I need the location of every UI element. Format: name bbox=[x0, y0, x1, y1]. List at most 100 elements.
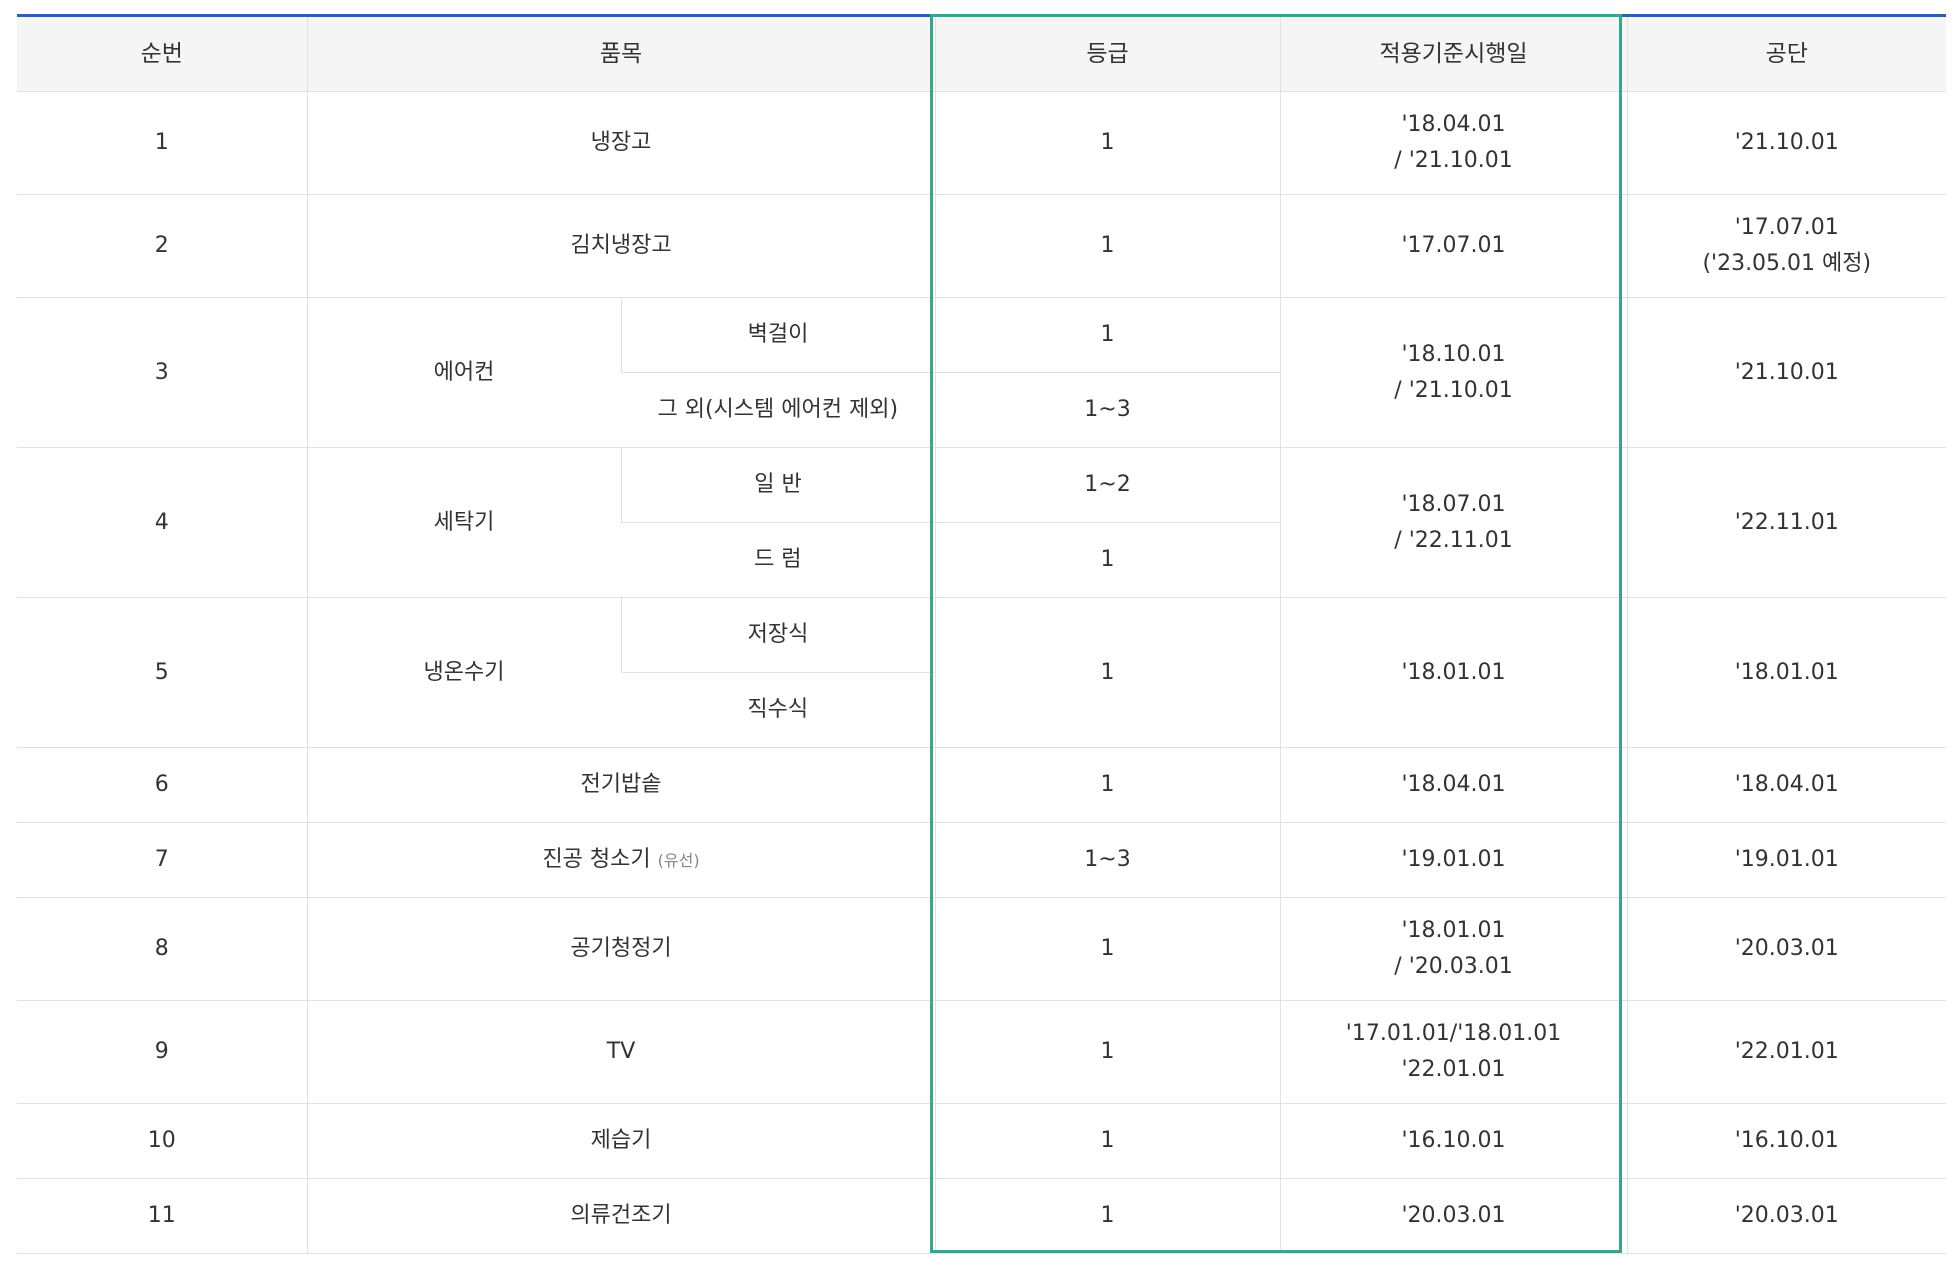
cell-subitem: 저장식 bbox=[620, 597, 936, 673]
cell-grade: 1 bbox=[934, 194, 1281, 298]
cell-no: 2 bbox=[17, 194, 307, 298]
appliance-grade-table: 순번 품목 등급 적용기준시행일 공단 1 냉장고 1 '18.04.01 / … bbox=[17, 14, 1947, 1254]
public-line: '22.01.01 bbox=[1734, 1039, 1839, 1064]
item-note: (유선) bbox=[657, 850, 700, 870]
public-line: ('23.05.01 예정) bbox=[1702, 251, 1872, 276]
table-row: 8 공기청정기 1 '18.01.01 / '20.03.01 '20.03.0… bbox=[17, 897, 1947, 1001]
cell-date: '18.04.01 bbox=[1279, 747, 1628, 823]
cell-subitem: 일 반 bbox=[620, 447, 936, 523]
table-row: 1 냉장고 1 '18.04.01 / '21.10.01 '21.10.01 bbox=[17, 91, 1947, 195]
table-row: 7 진공 청소기 (유선) 1~3 '19.01.01 '19.01.01 bbox=[17, 822, 1947, 898]
cell-grade: 1 bbox=[934, 1103, 1281, 1179]
cell-no: 7 bbox=[17, 822, 307, 898]
table-header-row: 순번 품목 등급 적용기준시행일 공단 bbox=[17, 15, 1947, 92]
cell-subitem: 직수식 bbox=[621, 672, 936, 748]
header-grade: 등급 bbox=[934, 15, 1281, 92]
date-line: '20.03.01 bbox=[1401, 1203, 1506, 1228]
public-line: '18.04.01 bbox=[1734, 772, 1839, 797]
date-line: / '21.10.01 bbox=[1394, 148, 1513, 173]
cell-public: '18.04.01 bbox=[1626, 747, 1947, 823]
cell-public: '22.01.01 bbox=[1626, 1000, 1947, 1104]
cell-no: 4 bbox=[17, 447, 307, 598]
date-line: '16.10.01 bbox=[1401, 1128, 1506, 1153]
cell-item: 김치냉장고 bbox=[306, 194, 936, 298]
cell-no: 1 bbox=[17, 91, 307, 195]
date-line: '22.01.01 bbox=[1401, 1057, 1506, 1082]
cell-date: '16.10.01 bbox=[1279, 1103, 1628, 1179]
cell-public: '17.07.01 ('23.05.01 예정) bbox=[1626, 194, 1947, 298]
cell-item: 공기청정기 bbox=[306, 897, 936, 1001]
cell-no: 11 bbox=[17, 1178, 307, 1254]
cell-grade: 1 bbox=[934, 297, 1281, 373]
header-no: 순번 bbox=[17, 15, 307, 92]
cell-item: 제습기 bbox=[306, 1103, 936, 1179]
cell-public: '19.01.01 bbox=[1626, 822, 1947, 898]
date-line: '18.07.01 bbox=[1401, 491, 1506, 517]
cell-grade: 1 bbox=[934, 747, 1281, 823]
cell-grade: 1 bbox=[934, 1000, 1281, 1104]
cell-date: '17.07.01 bbox=[1279, 194, 1628, 298]
cell-no: 5 bbox=[17, 597, 307, 748]
cell-no: 9 bbox=[17, 1000, 307, 1104]
cell-date: '17.01.01/'18.01.01 '22.01.01 bbox=[1279, 1000, 1628, 1104]
public-line: '20.03.01 bbox=[1734, 1203, 1839, 1228]
cell-grade: 1 bbox=[934, 897, 1281, 1001]
date-line: '17.01.01/'18.01.01 bbox=[1345, 1021, 1562, 1046]
cell-public: '22.11.01 bbox=[1626, 447, 1947, 598]
cell-item: 세탁기 bbox=[306, 447, 621, 598]
cell-item: 냉장고 bbox=[306, 91, 936, 195]
cell-grade: 1 bbox=[934, 522, 1281, 598]
table-row: 4 세탁기 일 반 1~2 '18.07.01 / '22.11.01 '22.… bbox=[17, 447, 1947, 598]
date-line: '17.07.01 bbox=[1401, 233, 1506, 258]
item-name: 진공 청소기 bbox=[542, 846, 651, 872]
cell-subitem: 벽걸이 bbox=[620, 297, 936, 373]
cell-no: 10 bbox=[17, 1103, 307, 1179]
date-line: '18.10.01 bbox=[1401, 341, 1506, 367]
cell-public: '18.01.01 bbox=[1626, 597, 1947, 748]
date-line: '18.01.01 bbox=[1401, 918, 1506, 943]
date-line: '18.04.01 bbox=[1401, 112, 1506, 137]
header-date: 적용기준시행일 bbox=[1279, 15, 1628, 92]
cell-item: 에어컨 bbox=[306, 297, 621, 448]
header-public: 공단 bbox=[1626, 15, 1947, 92]
public-line: '22.11.01 bbox=[1734, 509, 1839, 535]
cell-grade: 1 bbox=[934, 1178, 1281, 1254]
public-line: '21.10.01 bbox=[1734, 130, 1839, 155]
cell-public: '20.03.01 bbox=[1626, 897, 1947, 1001]
cell-item: 의류건조기 bbox=[306, 1178, 936, 1254]
cell-no: 8 bbox=[17, 897, 307, 1001]
date-line: '18.01.01 bbox=[1401, 659, 1506, 685]
cell-public: '16.10.01 bbox=[1626, 1103, 1947, 1179]
public-line: '20.03.01 bbox=[1734, 936, 1839, 961]
date-line: / '20.03.01 bbox=[1394, 954, 1513, 979]
cell-date: '18.07.01 / '22.11.01 bbox=[1279, 447, 1628, 598]
public-line: '16.10.01 bbox=[1734, 1128, 1839, 1153]
cell-subitem: 그 외(시스템 에어컨 제외) bbox=[621, 372, 936, 448]
cell-public: '20.03.01 bbox=[1626, 1178, 1947, 1254]
table-row: 2 김치냉장고 1 '17.07.01 '17.07.01 ('23.05.01… bbox=[17, 194, 1947, 298]
date-line: / '21.10.01 bbox=[1394, 377, 1513, 403]
date-line: / '22.11.01 bbox=[1394, 527, 1513, 553]
public-line: '21.10.01 bbox=[1734, 359, 1839, 385]
cell-grade: 1 bbox=[934, 91, 1281, 195]
cell-date: '18.10.01 / '21.10.01 bbox=[1279, 297, 1628, 448]
cell-grade: 1~2 bbox=[934, 447, 1281, 523]
cell-grade: 1~3 bbox=[934, 372, 1281, 448]
public-line: '17.07.01 bbox=[1734, 215, 1839, 240]
table-row: 6 전기밥솥 1 '18.04.01 '18.04.01 bbox=[17, 747, 1947, 823]
public-line: '18.01.01 bbox=[1734, 659, 1839, 685]
cell-item: 전기밥솥 bbox=[306, 747, 936, 823]
appliance-grade-table-container: 순번 품목 등급 적용기준시행일 공단 1 냉장고 1 '18.04.01 / … bbox=[17, 14, 1947, 1254]
table-row: 11 의류건조기 1 '20.03.01 '20.03.01 bbox=[17, 1178, 1947, 1254]
cell-item: TV bbox=[306, 1000, 936, 1104]
header-item: 품목 bbox=[306, 15, 936, 92]
table-row: 9 TV 1 '17.01.01/'18.01.01 '22.01.01 '22… bbox=[17, 1000, 1947, 1104]
cell-date: '19.01.01 bbox=[1279, 822, 1628, 898]
table-row: 5 냉온수기 저장식 1 '18.01.01 '18.01.01 bbox=[17, 597, 1947, 748]
cell-public: '21.10.01 bbox=[1626, 297, 1947, 448]
cell-grade: 1 bbox=[934, 597, 1281, 748]
cell-item: 진공 청소기 (유선) bbox=[306, 822, 936, 898]
cell-no: 3 bbox=[17, 297, 307, 448]
cell-date: '18.01.01 bbox=[1279, 597, 1628, 748]
cell-grade: 1~3 bbox=[934, 822, 1281, 898]
